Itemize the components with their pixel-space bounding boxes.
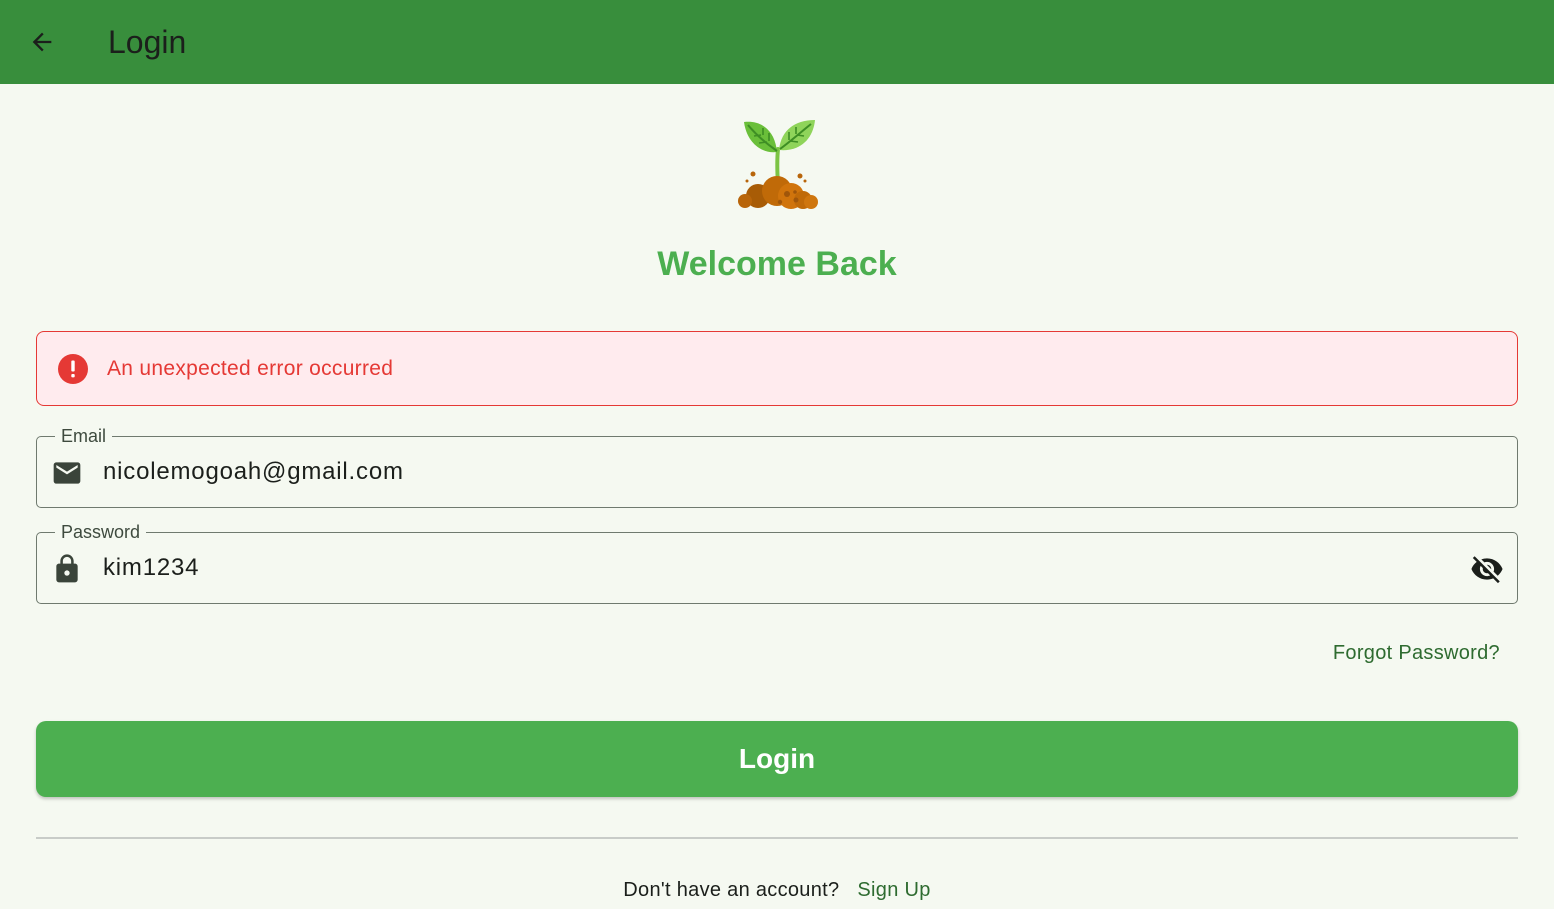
signup-row: Don't have an account? Sign Up [0,876,1554,904]
password-visibility-toggle[interactable] [1469,551,1505,587]
signup-prompt: Don't have an account? [623,879,840,901]
welcome-heading: Welcome Back [657,245,897,283]
app-bar: Login [0,0,1554,84]
sprout-icon [738,120,818,209]
error-banner: An unexpected error occurred [36,331,1518,406]
password-field: Password [36,521,1518,604]
lock-icon [56,554,78,583]
login-button[interactable]: Login [36,721,1518,797]
email-input[interactable] [103,437,1447,507]
page-title: Login [108,24,187,60]
mail-icon [53,462,81,484]
email-field: Email [36,425,1518,508]
divider [36,837,1518,839]
error-circle-icon [58,354,88,384]
error-message: An unexpected error occurred [107,357,394,380]
forgot-password-link[interactable]: Forgot Password? [1333,640,1500,666]
password-input[interactable] [103,533,1447,603]
visibility-off-icon [1471,556,1503,584]
back-button[interactable] [22,22,62,62]
signup-link[interactable]: Sign Up [857,876,930,904]
arrow-back-icon [32,32,52,52]
